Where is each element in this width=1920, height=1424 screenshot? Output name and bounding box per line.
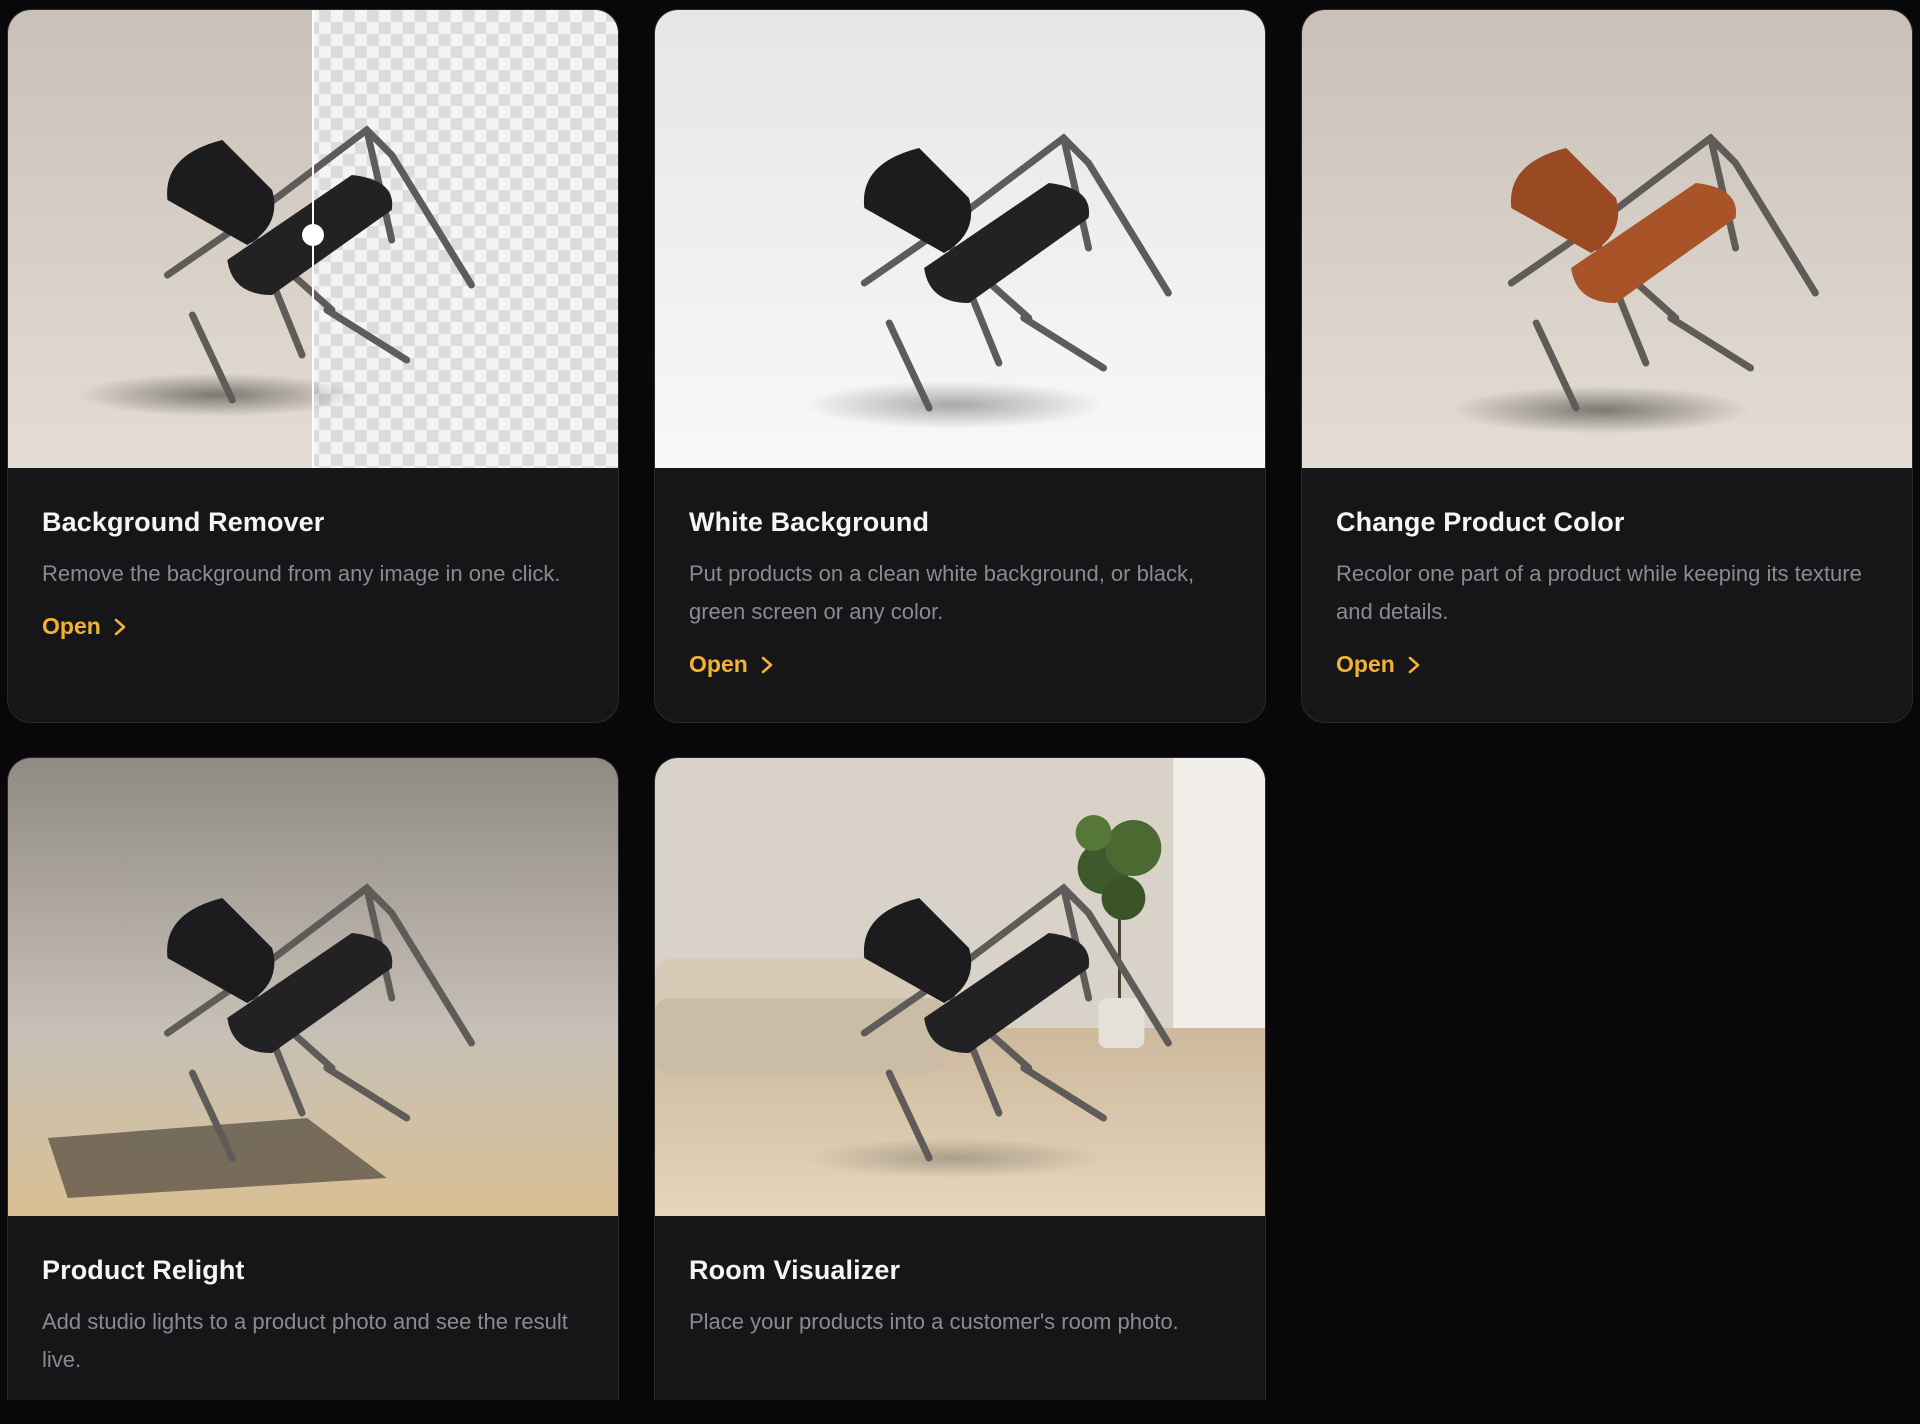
- tool-card-change-product-color[interactable]: Change Product Color Recolor one part of…: [1301, 9, 1913, 723]
- tool-title: White Background: [689, 507, 930, 537]
- room-visualizer-thumbnail: [655, 758, 1265, 1216]
- background-remover-thumbnail: [8, 10, 618, 468]
- open-link[interactable]: Open: [1336, 651, 1421, 678]
- tool-description: Recolor one part of a product while keep…: [1336, 561, 1862, 625]
- tool-description: Remove the background from any image in …: [42, 561, 561, 587]
- chevron-right-icon: [761, 656, 773, 674]
- tool-description: Place your products into a customer's ro…: [689, 1309, 1179, 1335]
- open-label: Open: [689, 651, 748, 678]
- product-relight-thumbnail: [8, 758, 618, 1216]
- tool-card-white-background[interactable]: White Background Put products on a clean…: [654, 9, 1266, 723]
- tools-grid: Background Remover Remove the background…: [0, 0, 1920, 1424]
- tool-title: Room Visualizer: [689, 1255, 901, 1285]
- tool-description: Add studio lights to a product photo and…: [42, 1309, 568, 1373]
- open-label: Open: [1336, 651, 1395, 678]
- tool-description: Put products on a clean white background…: [689, 561, 1195, 625]
- tool-title: Background Remover: [42, 507, 325, 537]
- tool-card-background-remover[interactable]: Background Remover Remove the background…: [7, 9, 619, 723]
- tool-title: Product Relight: [42, 1255, 245, 1285]
- open-label: Open: [42, 613, 101, 640]
- chevron-right-icon: [114, 618, 126, 636]
- open-link[interactable]: Open: [42, 613, 127, 640]
- change-product-color-thumbnail: [1302, 10, 1912, 468]
- tool-title: Change Product Color: [1336, 507, 1625, 537]
- chevron-right-icon: [1408, 656, 1420, 674]
- open-link[interactable]: Open: [689, 651, 774, 678]
- tool-card-product-relight[interactable]: Product Relight Add studio lights to a p…: [7, 757, 619, 1400]
- white-background-thumbnail: [655, 10, 1265, 468]
- tool-card-room-visualizer[interactable]: Room Visualizer Place your products into…: [654, 757, 1266, 1400]
